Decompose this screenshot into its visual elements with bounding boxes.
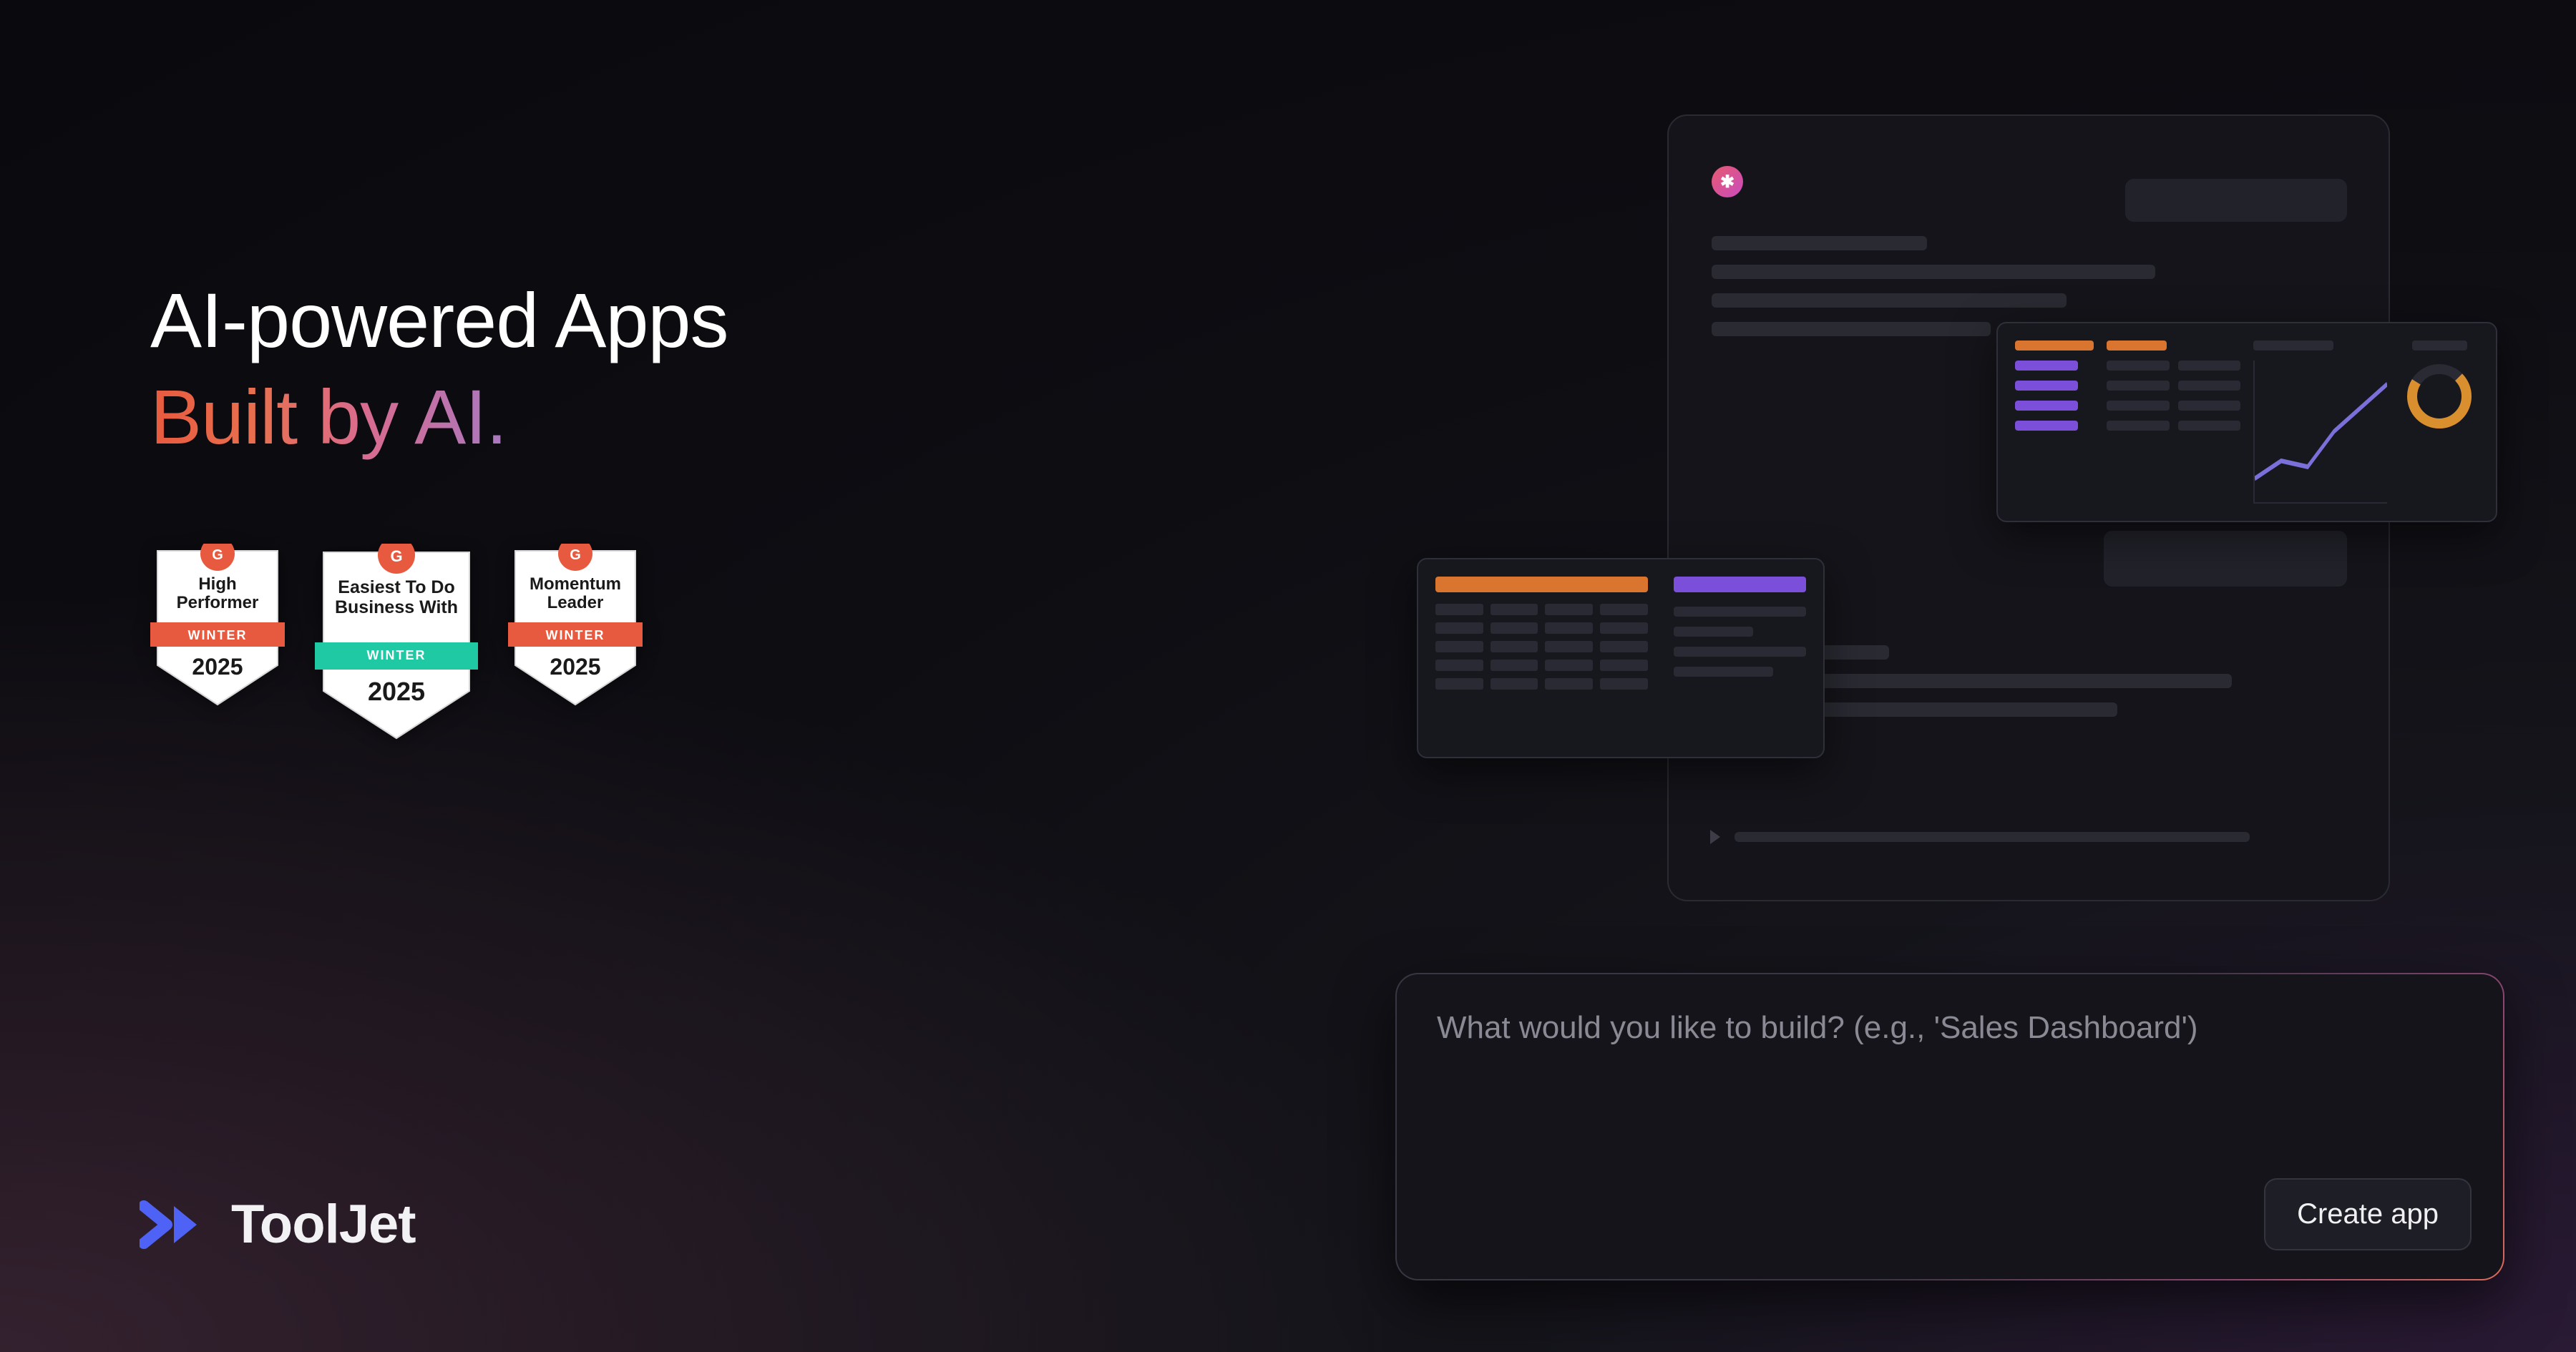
mockup-stack: ✱	[1474, 114, 2490, 1044]
headline-line2: Built by AI.	[150, 373, 507, 460]
table-mockup	[1417, 558, 1825, 758]
badge-title: Easiest To Do Business With	[315, 578, 478, 617]
svg-text:G: G	[390, 547, 402, 565]
badge-easiest-business: G Easiest To Do Business With WINTER 202…	[315, 544, 478, 743]
badge-high-performer: G High Performer WINTER 2025	[150, 544, 285, 708]
play-icon	[1710, 830, 1720, 844]
badge-year: 2025	[150, 654, 285, 680]
create-app-button[interactable]: Create app	[2264, 1178, 2472, 1250]
brand-logo: ToolJet	[140, 1193, 416, 1255]
badge-year: 2025	[315, 677, 478, 707]
prompt-input[interactable]: What would you like to build? (e.g., 'Sa…	[1437, 1010, 2463, 1046]
hero-headline: AI-powered Apps Built by AI.	[150, 272, 728, 465]
headline-line1: AI-powered Apps	[150, 277, 728, 363]
close-icon: ✱	[1712, 166, 1743, 197]
play-indicator	[1710, 830, 2250, 844]
prompt-card[interactable]: What would you like to build? (e.g., 'Sa…	[1395, 973, 2504, 1280]
g2-badges-row: G High Performer WINTER 2025 G Easiest T…	[150, 544, 728, 743]
tooljet-logo-icon	[140, 1196, 211, 1253]
badge-momentum-leader: G Momentum Leader WINTER 2025	[508, 544, 643, 708]
badge-year: 2025	[508, 654, 643, 680]
badge-season: WINTER	[508, 628, 643, 643]
badge-title: Momentum Leader	[508, 575, 643, 613]
svg-text:G: G	[212, 547, 223, 563]
badge-season: WINTER	[315, 648, 478, 663]
dashboard-mockup	[1996, 322, 2497, 522]
brand-name: ToolJet	[231, 1193, 416, 1255]
donut-chart-icon	[2404, 361, 2475, 432]
svg-text:G: G	[570, 547, 581, 563]
badge-season: WINTER	[150, 628, 285, 643]
badge-title: High Performer	[150, 575, 285, 613]
